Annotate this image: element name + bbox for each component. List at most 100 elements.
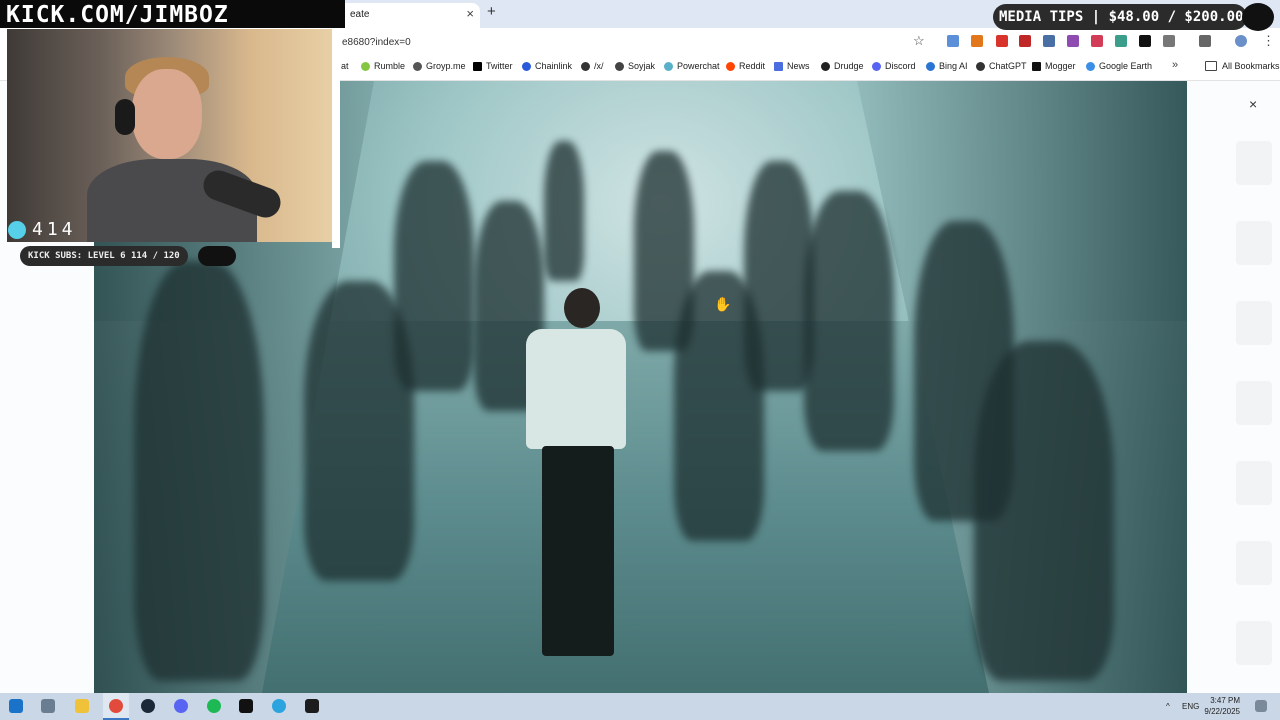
blurred-person: [544, 141, 584, 281]
mogger-icon: [1032, 61, 1041, 71]
thumbnail-placeholder: [1236, 541, 1272, 585]
bookmark-label: News: [787, 61, 810, 71]
webcam-border: [332, 28, 340, 248]
spotify-icon[interactable]: [207, 699, 221, 713]
bookmark-item[interactable]: News: [774, 61, 810, 71]
chainlink-icon: [522, 61, 531, 71]
tray-arrow-icon[interactable]: ^: [1166, 702, 1170, 711]
bookmark-label: Powerchat: [677, 61, 720, 71]
discord-icon[interactable]: [174, 699, 188, 713]
bookmark-item[interactable]: Twitter: [473, 61, 513, 71]
viewer-count: 414: [8, 219, 77, 240]
reddit-icon: [726, 61, 735, 71]
news-icon: [774, 61, 783, 71]
new-tab-button[interactable]: +: [487, 3, 496, 20]
tab-close-icon[interactable]: ×: [466, 6, 474, 21]
thumbnail-placeholder: [1236, 621, 1272, 665]
metamask-extension-icon[interactable]: [971, 35, 983, 47]
rumble-icon: [361, 61, 370, 71]
viewers-icon: [8, 220, 26, 239]
viewer-count-value: 414: [32, 219, 77, 240]
clock-time: 3:47 PM: [1210, 696, 1240, 705]
blurred-person: [804, 191, 894, 451]
clock-date: 9/22/2025: [1204, 707, 1240, 716]
bookmark-label: Rumble: [374, 61, 406, 71]
bookmark-label: Bing AI: [939, 61, 968, 71]
bookmark-label: Twitter: [486, 61, 513, 71]
stream-url-text: KICK.COM/JIMBOZ: [6, 2, 229, 28]
bookmark-item[interactable]: Mogger: [1032, 61, 1076, 71]
thumbnail-placeholder: [1236, 141, 1272, 185]
notifications-icon[interactable]: [1255, 700, 1267, 712]
bookmark-item[interactable]: Discord: [872, 61, 916, 71]
subs-goal-text: KICK SUBS: LEVEL 6 114 / 120: [28, 251, 180, 261]
bookmark-label: Drudge: [834, 61, 864, 71]
x-extension-icon[interactable]: [1139, 35, 1151, 47]
browser-menu-icon[interactable]: ⋮: [1262, 33, 1275, 49]
bookmark-item[interactable]: Groyp.me: [413, 61, 466, 71]
blurred-person: [974, 341, 1114, 681]
app-icon[interactable]: [305, 699, 319, 713]
bookmark-label: Mogger: [1045, 61, 1076, 71]
bookmark-item[interactable]: Bing AI: [926, 61, 968, 71]
thumbnail-placeholder: [1236, 301, 1272, 345]
task-view-icon[interactable]: [41, 699, 55, 713]
streamer-face: [132, 69, 202, 159]
profile-avatar[interactable]: [1235, 35, 1247, 47]
tab-title: eate: [350, 9, 370, 20]
steam-icon[interactable]: [141, 699, 155, 713]
active-tab[interactable]: eate ×: [330, 3, 480, 28]
address-bar[interactable]: e8680?index=0: [342, 37, 411, 48]
webcam-feed: [7, 29, 332, 242]
chrome-icon[interactable]: [109, 699, 123, 713]
sidepanel-icon[interactable]: [1199, 35, 1211, 47]
file-explorer-icon[interactable]: [75, 699, 89, 713]
groyp-icon: [413, 61, 422, 71]
extensions-puzzle-icon[interactable]: [1163, 35, 1175, 47]
bookmark-item[interactable]: Google Earth: [1086, 61, 1152, 71]
soyjak-icon: [615, 61, 624, 71]
extension-icon[interactable]: [1115, 35, 1127, 47]
terminal-icon[interactable]: [239, 699, 253, 713]
headset-icon: [115, 99, 135, 135]
stream-banner: KICK.COM/JIMBOZ: [0, 0, 345, 28]
blurred-person: [134, 261, 264, 681]
bookmark-item[interactable]: Rumble: [361, 61, 405, 71]
blurred-person: [394, 161, 474, 391]
fourchan-icon: [581, 61, 590, 71]
bookmarks-overflow-icon[interactable]: »: [1172, 59, 1178, 71]
man-legs: [542, 446, 614, 656]
close-viewer-icon[interactable]: ×: [1249, 96, 1257, 112]
extension-icon[interactable]: [947, 35, 959, 47]
bookmark-item[interactable]: Chainlink: [522, 61, 572, 71]
bookmark-item[interactable]: Soyjak: [615, 61, 655, 71]
extension-icon[interactable]: [1067, 35, 1079, 47]
man-head: [564, 288, 600, 328]
bookmark-item[interactable]: at: [341, 61, 349, 71]
powerchat-icon: [664, 61, 673, 71]
google-earth-icon: [1086, 61, 1095, 71]
bookmark-item[interactable]: /x/: [581, 61, 604, 71]
bookmark-item[interactable]: Powerchat: [664, 61, 720, 71]
bookmark-star-icon[interactable]: ☆: [913, 33, 925, 49]
twitter-icon: [473, 61, 482, 71]
bookmark-item[interactable]: Reddit: [726, 61, 765, 71]
bookmark-item[interactable]: ChatGPT: [976, 61, 1027, 71]
system-clock[interactable]: 3:47 PM 9/22/2025: [1200, 695, 1240, 717]
subs-goal-badge: KICK SUBS: LEVEL 6 114 / 120: [20, 246, 188, 266]
bookmark-item[interactable]: Drudge: [821, 61, 864, 71]
man-shirt: [526, 329, 626, 449]
bookmark-label: Discord: [885, 61, 916, 71]
telegram-icon[interactable]: [272, 699, 286, 713]
extension-icon[interactable]: [1043, 35, 1055, 47]
bookmark-label: Groyp.me: [426, 61, 466, 71]
extension-icon[interactable]: [996, 35, 1008, 47]
bookmark-label: Google Earth: [1099, 61, 1153, 71]
extension-icon[interactable]: [1019, 35, 1031, 47]
language-indicator[interactable]: ENG: [1182, 702, 1199, 711]
bookmark-label: Reddit: [739, 61, 766, 71]
extension-icon[interactable]: [1091, 35, 1103, 47]
windows-start-icon[interactable]: [9, 699, 23, 713]
all-bookmarks-button[interactable]: All Bookmarks: [1205, 61, 1280, 71]
thumbnail-placeholder: [1236, 221, 1272, 265]
